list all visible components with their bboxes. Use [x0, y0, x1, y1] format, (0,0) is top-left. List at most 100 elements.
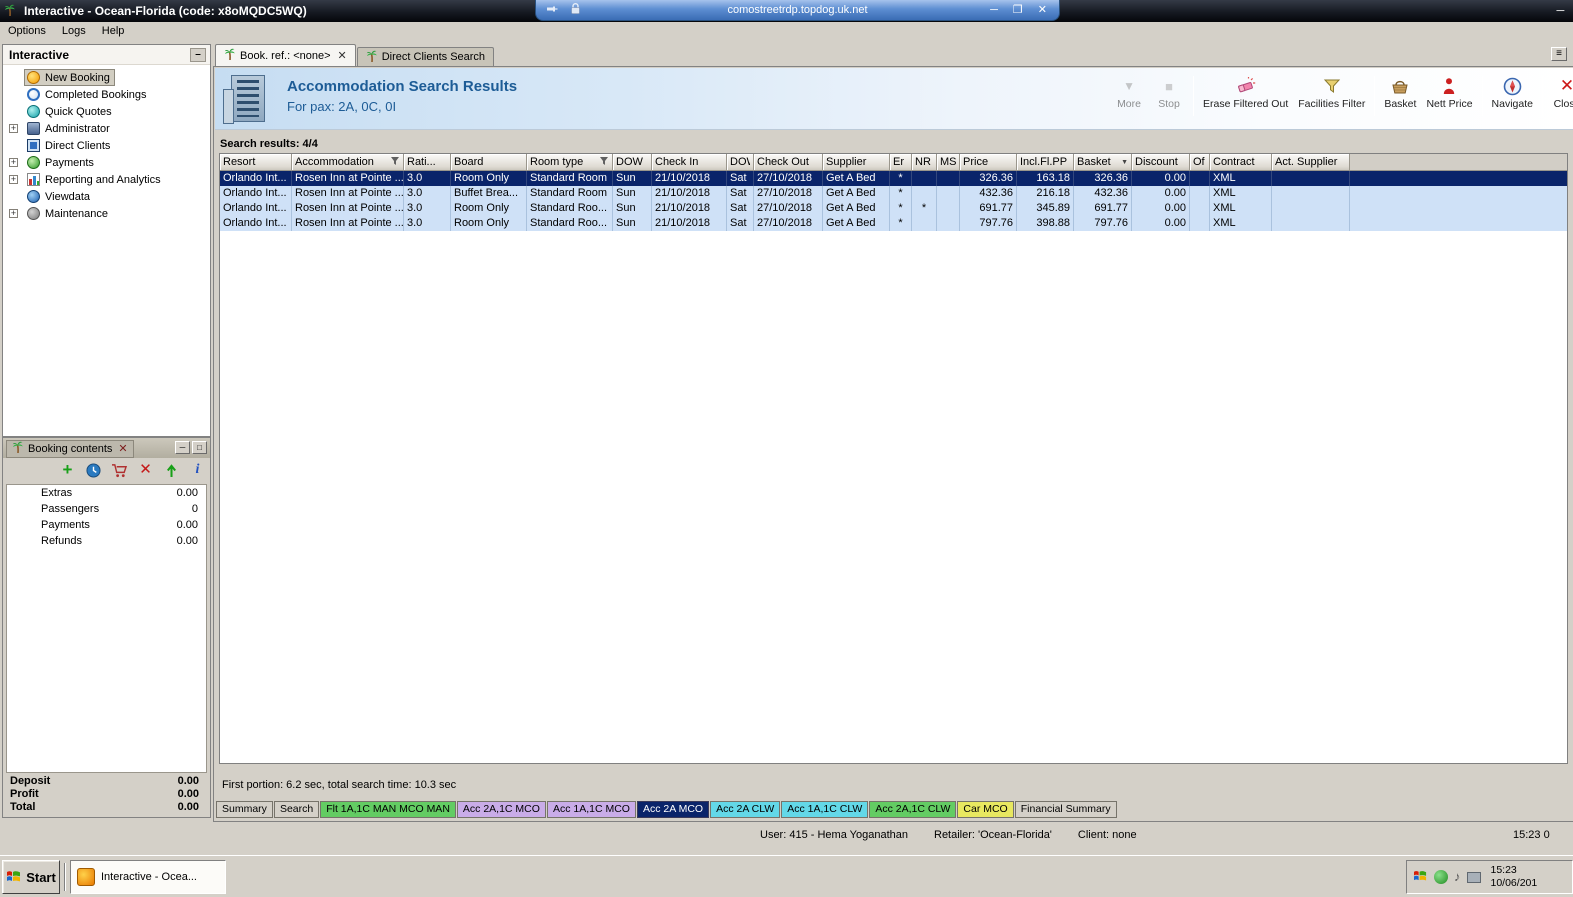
taskbar-app-button[interactable]: Interactive - Ocea...	[70, 860, 226, 894]
column-header-supplier[interactable]: Supplier	[823, 154, 890, 171]
tray-volume-icon[interactable]: ♪	[1454, 870, 1461, 884]
portion-tab-bar: SummarySearchFlt 1A,1C MAN MCO MANAcc 2A…	[216, 801, 1118, 818]
column-header-dow[interactable]: DOW	[613, 154, 652, 171]
sidebar-item-new-booking[interactable]: +New Booking	[3, 69, 210, 86]
column-header-act-supplier[interactable]: Act. Supplier	[1272, 154, 1350, 171]
portion-tab-acc-1a-1c-mco[interactable]: Acc 1A,1C MCO	[547, 801, 636, 818]
column-header-basket[interactable]: Basket▼	[1074, 154, 1132, 171]
taskbar-clock: 15:23 10/06/201	[1491, 864, 1538, 890]
erase-filtered-out-button[interactable]: Erase Filtered Out	[1198, 74, 1293, 112]
panel-minimize-button[interactable]: ─	[175, 441, 190, 454]
sidebar-item-direct-clients[interactable]: +Direct Clients	[3, 137, 210, 154]
result-row[interactable]: Orlando Int...Rosen Inn at Pointe ...3.0…	[220, 171, 1567, 186]
collapse-panel-button[interactable]: –	[190, 48, 206, 62]
expand-icon[interactable]: +	[9, 209, 18, 218]
portion-tab-acc-2a-mco[interactable]: Acc 2A MCO	[637, 801, 709, 818]
sidebar-item-maintenance[interactable]: +Maintenance	[3, 205, 210, 222]
dropdown-arrow-icon[interactable]: ▼	[1121, 159, 1128, 166]
tab-close-icon[interactable]: ✕	[338, 49, 347, 62]
sidebar-item-viewdata[interactable]: +Viewdata	[3, 188, 210, 205]
column-header-dow[interactable]: DOW	[727, 154, 754, 171]
column-header-check-out[interactable]: Check Out	[754, 154, 823, 171]
booking-contents-row[interactable]: Refunds0.00	[7, 533, 206, 549]
portion-tab-flt-1a-1c-man-mco-man[interactable]: Flt 1A,1C MAN MCO MAN	[320, 801, 456, 818]
status-time: 15:23 0	[1513, 829, 1550, 841]
result-row[interactable]: Orlando Int...Rosen Inn at Pointe ...3.0…	[220, 186, 1567, 201]
column-header-of[interactable]: Of	[1190, 154, 1210, 171]
cart-icon[interactable]	[111, 462, 128, 479]
menu-options[interactable]: Options	[0, 22, 54, 40]
portion-tab-acc-1a-1c-clw[interactable]: Acc 1A,1C CLW	[781, 801, 868, 818]
column-header-resort[interactable]: Resort	[220, 154, 292, 171]
column-header-incl-fl-pp[interactable]: Incl.Fl.PP	[1017, 154, 1074, 171]
tray-windows-icon[interactable]	[1413, 869, 1428, 885]
sidebar-item-payments[interactable]: +Payments	[3, 154, 210, 171]
tab-direct-clients-search[interactable]: Direct Clients Search	[357, 47, 494, 66]
booking-contents-row[interactable]: Payments0.00	[7, 517, 206, 533]
navigate-button[interactable]: Navigate	[1487, 74, 1538, 112]
portion-tab-acc-2a-clw[interactable]: Acc 2A CLW	[710, 801, 780, 818]
history-icon[interactable]	[85, 462, 102, 479]
tab-overflow-button[interactable]: ≡	[1551, 47, 1567, 61]
result-row[interactable]: Orlando Int...Rosen Inn at Pointe ...3.0…	[220, 201, 1567, 216]
column-header-contract[interactable]: Contract	[1210, 154, 1272, 171]
info-icon[interactable]: i	[189, 462, 206, 479]
sidebar-item-reporting-and-analytics[interactable]: +Reporting and Analytics	[3, 171, 210, 188]
window-minimize-button[interactable]: ─	[1557, 4, 1565, 18]
sidebar-item-completed-bookings[interactable]: +Completed Bookings	[3, 86, 210, 103]
nett-price-button[interactable]: Nett Price	[1421, 74, 1477, 112]
column-header-nr[interactable]: NR	[912, 154, 937, 171]
sidebar-item-quick-quotes[interactable]: +Quick Quotes	[3, 103, 210, 120]
sidebar-item-administrator[interactable]: +Administrator	[3, 120, 210, 137]
portion-tab-acc-2a-1c-clw[interactable]: Acc 2A,1C CLW	[869, 801, 956, 818]
booking-contents-row[interactable]: Passengers0	[7, 501, 206, 517]
result-cell: 691.77	[960, 201, 1017, 216]
filter-funnel-icon[interactable]	[390, 156, 400, 169]
portion-tab-summary[interactable]: Summary	[216, 801, 273, 818]
expand-icon[interactable]: +	[9, 175, 18, 184]
close-button[interactable]: ✕Close	[1547, 74, 1573, 112]
column-header-board[interactable]: Board	[451, 154, 527, 171]
column-header-discount[interactable]: Discount	[1132, 154, 1190, 171]
result-cell-filler	[1350, 216, 1567, 231]
column-header-ms[interactable]: MS	[937, 154, 960, 171]
palm-tree-icon	[366, 49, 378, 66]
portion-tab-search[interactable]: Search	[274, 801, 319, 818]
portion-tab-car-mco[interactable]: Car MCO	[957, 801, 1013, 818]
result-cell: Standard Roo...	[527, 201, 613, 216]
result-cell: 0.00	[1132, 216, 1190, 231]
panel-float-button[interactable]: □	[192, 441, 207, 454]
column-header-rati[interactable]: Rati...	[404, 154, 451, 171]
column-header-room-type[interactable]: Room type	[527, 154, 613, 171]
expand-icon[interactable]: +	[9, 158, 18, 167]
column-header-price[interactable]: Price	[960, 154, 1017, 171]
tray-display-icon[interactable]	[1467, 872, 1481, 883]
booking-contents-close-icon[interactable]: ✕	[118, 442, 127, 455]
navigation-tree: +New Booking+Completed Bookings+Quick Qu…	[3, 65, 210, 222]
portion-tab-financial-summary[interactable]: Financial Summary	[1015, 801, 1117, 818]
column-header-accommodation[interactable]: Accommodation	[292, 154, 404, 171]
portion-tab-acc-2a-1c-mco[interactable]: Acc 2A,1C MCO	[457, 801, 546, 818]
rdp-restore-button[interactable]: ❐	[1013, 5, 1023, 16]
expand-icon[interactable]: +	[9, 124, 18, 133]
transfer-icon[interactable]	[163, 462, 180, 479]
menu-help[interactable]: Help	[94, 22, 133, 40]
basket-button[interactable]: Basket	[1379, 74, 1421, 112]
pin-icon[interactable]	[546, 3, 558, 18]
add-icon[interactable]: +	[59, 462, 76, 479]
booking-contents-tab[interactable]: Booking contents ✕	[6, 440, 134, 458]
column-header-check-in[interactable]: Check In	[652, 154, 727, 171]
booking-contents-panel: Booking contents ✕ ─ □ + ✕ i Extras0.00Pas…	[2, 437, 211, 818]
tray-status-icon[interactable]	[1434, 870, 1448, 884]
rdp-close-button[interactable]: ✕	[1038, 5, 1047, 16]
start-button[interactable]: Start	[2, 860, 60, 894]
column-header-er[interactable]: Er	[890, 154, 912, 171]
tab-book-ref-none[interactable]: Book. ref.: <none>✕	[215, 44, 356, 66]
booking-contents-row[interactable]: Extras0.00	[7, 485, 206, 501]
delete-icon[interactable]: ✕	[137, 462, 154, 479]
rdp-minimize-button[interactable]: ─	[990, 5, 998, 16]
result-row[interactable]: Orlando Int...Rosen Inn at Pointe ...3.0…	[220, 216, 1567, 231]
facilities-filter-button[interactable]: Facilities Filter	[1293, 74, 1370, 112]
filter-funnel-icon[interactable]	[599, 156, 609, 169]
menu-logs[interactable]: Logs	[54, 22, 94, 40]
